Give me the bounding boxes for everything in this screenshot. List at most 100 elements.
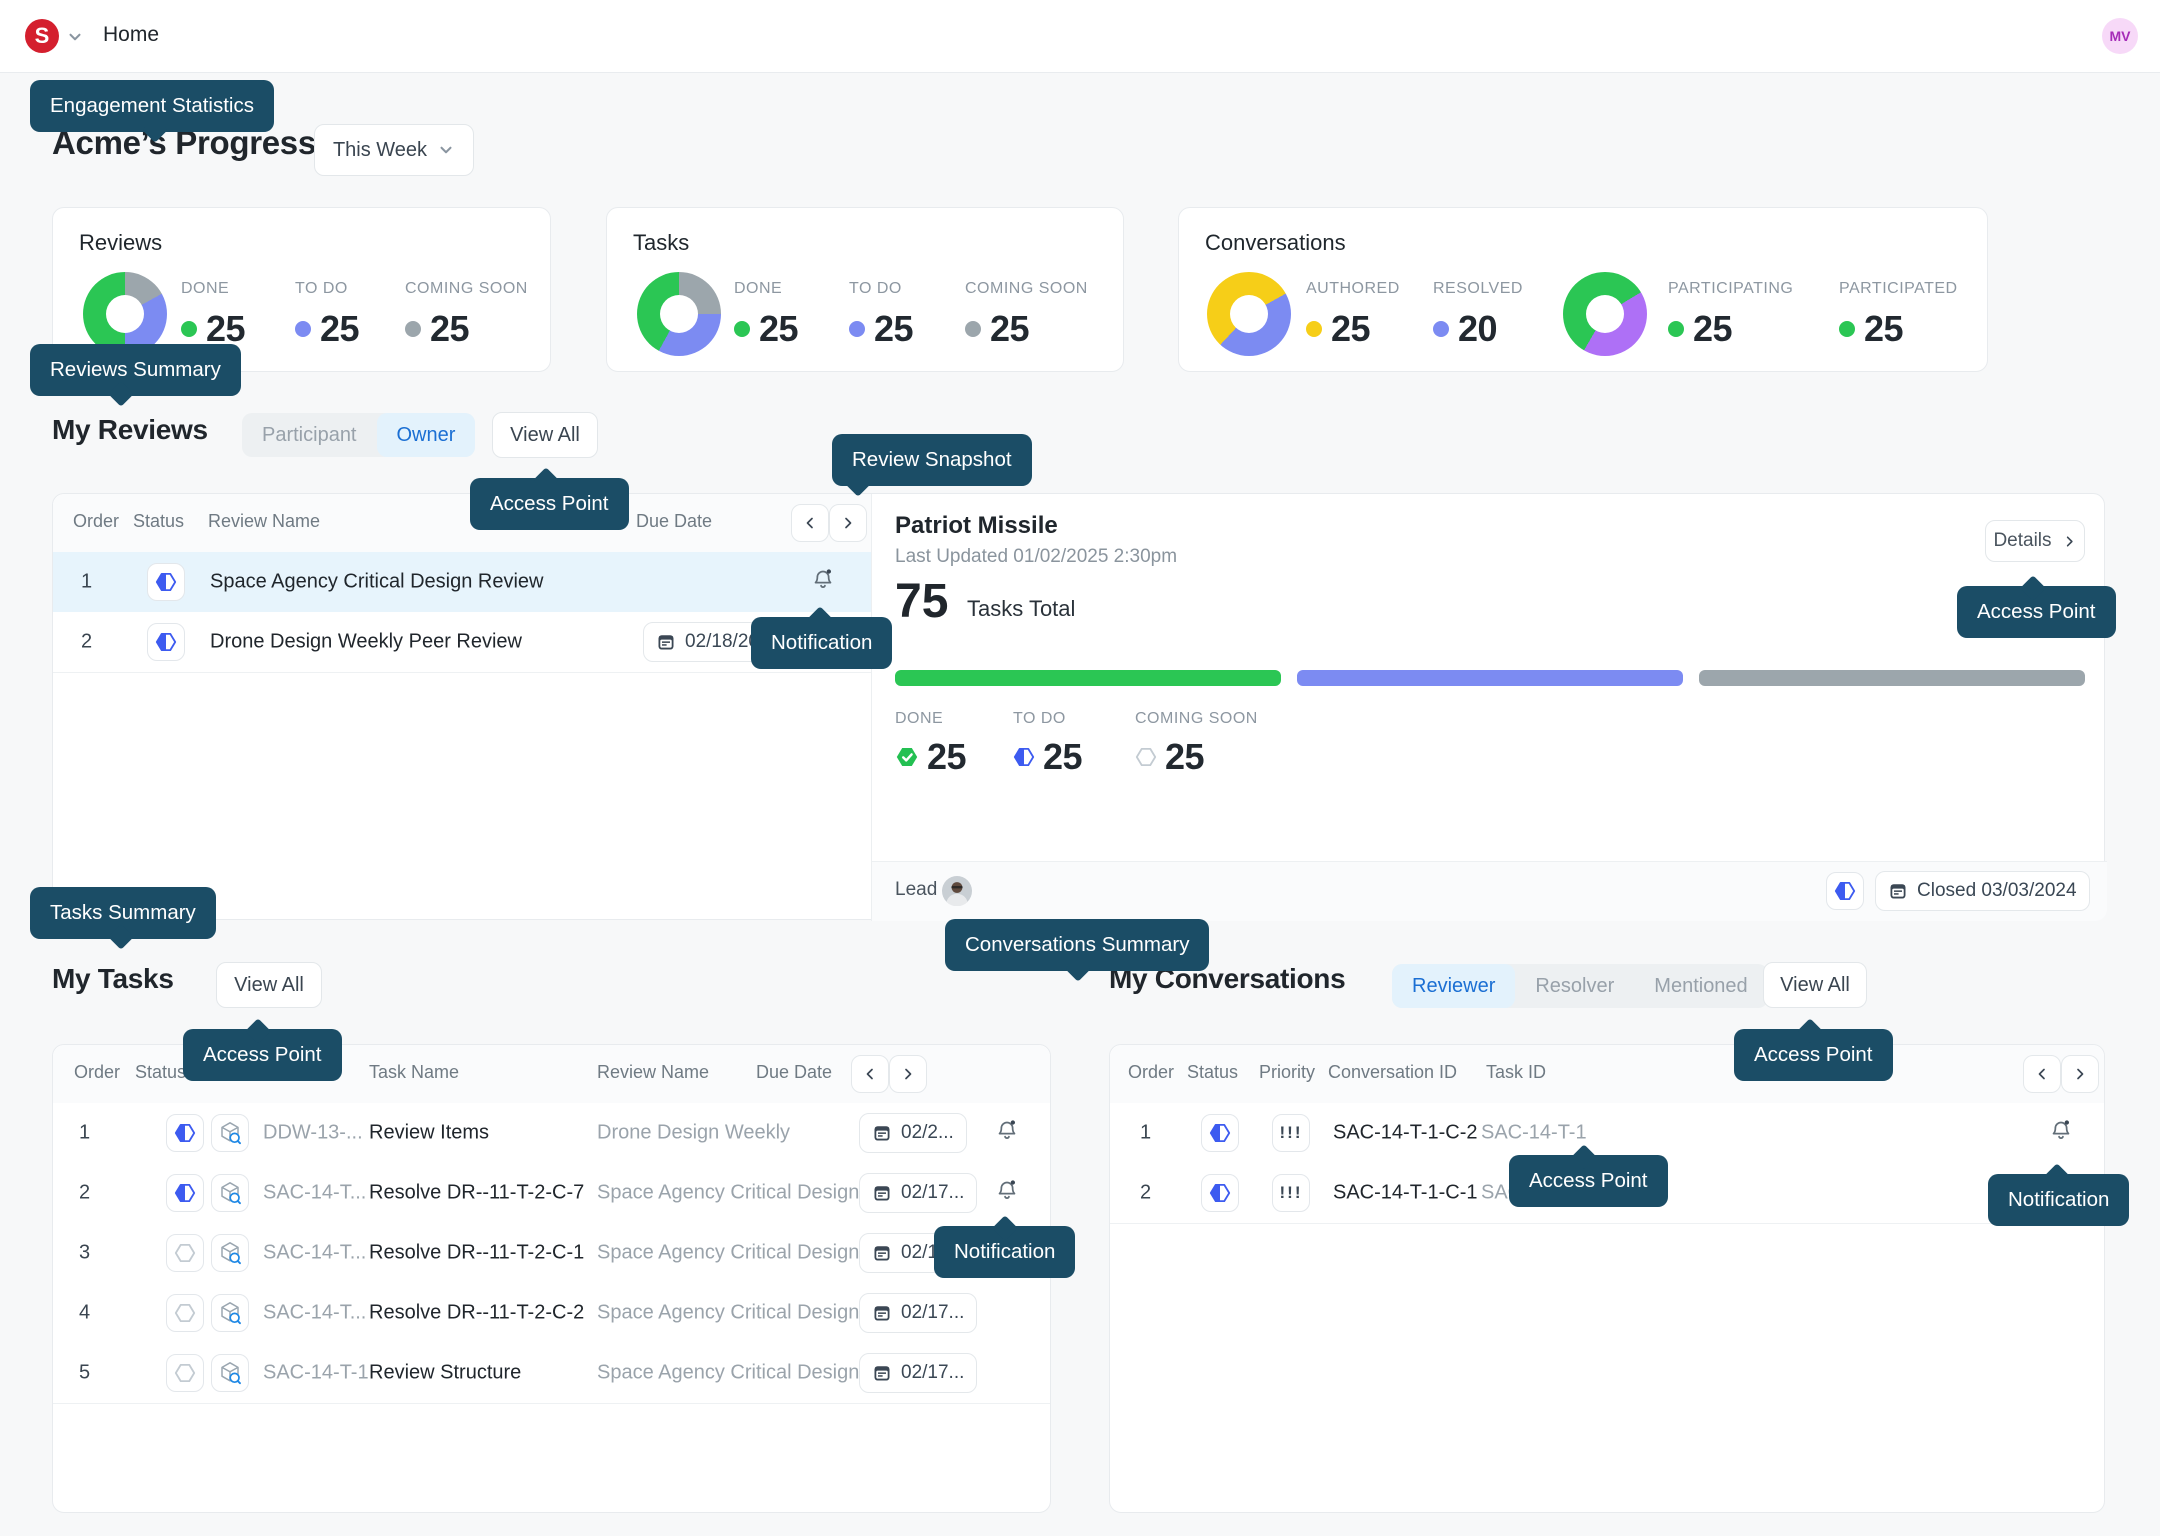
due-date-value: 02/18/20 [685,631,759,653]
conversations-view-all-button[interactable]: View All [1763,962,1867,1008]
period-selector[interactable]: This Week [314,124,474,176]
task-type-cube-search-icon [211,1234,249,1272]
review-row-2[interactable]: 2 Drone Design Weekly Peer Review 02/18/… [53,612,871,673]
app-logo[interactable]: S [25,19,59,53]
task-row-2[interactable]: 2 SAC-14-T... Resolve DR--11-T-2-C-7 Spa… [53,1163,1050,1224]
task-name: Resolve DR--11-T-2-C-2 [369,1302,584,1325]
task-row-5[interactable]: 5 SAC-14-T-1 Review Structure Space Agen… [53,1343,1050,1404]
task-id: SAC-14-T... [263,1242,366,1265]
coming-soon-dot [965,321,981,337]
tasks-next-page-button[interactable] [889,1055,927,1093]
reviews-next-page-button[interactable] [829,504,867,542]
callout-tasks-summary: Tasks Summary [30,887,216,939]
task-id: DDW-13-... [263,1122,363,1145]
status-in-progress-icon [147,623,185,661]
done-check-hexagon-icon [895,746,919,768]
participated-dot [1839,321,1855,337]
callout-notification-tasks: Notification [934,1226,1075,1278]
lead-avatar[interactable] [942,876,972,906]
callout-review-snapshot: Review Snapshot [832,434,1032,486]
col-due-date: Due Date [636,511,712,532]
col-order: Order [1128,1062,1174,1083]
status-in-progress-icon [1826,872,1864,910]
callout-engagement-statistics: Engagement Statistics [30,80,274,132]
snapshot-stat-todo: TO DO 25 [1013,710,1082,778]
task-type-cube-search-icon [211,1114,249,1152]
reviews-legend-done: DONE 25 [181,280,245,350]
chevron-right-icon [2062,534,2077,549]
progress-coming-soon-segment [1699,670,2085,686]
callout-notification-reviews: Notification [751,617,892,669]
reviews-role-tabs: Participant Owner [242,413,475,457]
conversations-prev-page-button[interactable] [2023,1055,2061,1093]
due-date-chip: 02/17... [859,1173,977,1213]
tasks-view-all-button[interactable]: View All [216,962,322,1008]
task-row-4[interactable]: 4 SAC-14-T... Resolve DR--11-T-2-C-2 Spa… [53,1283,1050,1344]
authored-dot [1306,321,1322,337]
calendar-icon [872,1183,892,1203]
reviews-prev-page-button[interactable] [791,504,829,542]
col-order: Order [73,511,119,532]
tab-reviewer[interactable]: Reviewer [1392,964,1515,1008]
task-review-name: Space Agency Critical Design [597,1302,859,1325]
callout-tail [1065,956,1090,981]
tasks-legend-coming-soon: COMING SOON 25 [965,280,1088,350]
notification-bell-icon[interactable] [810,567,836,598]
callout-tail [1797,1018,1822,1043]
details-button[interactable]: Details [1985,520,2085,562]
status-upcoming-icon [166,1354,204,1392]
reviews-view-all-button[interactable]: View All [492,412,598,458]
notification-bell-icon[interactable] [2048,1118,2074,1149]
review-snapshot-panel: Patriot Missile Last Updated 01/02/2025 … [871,494,2107,921]
period-selector-value: This Week [333,139,427,162]
notification-bell-icon[interactable] [994,1178,1020,1209]
task-row-1[interactable]: 1 DDW-13-... Review Items Drone Design W… [53,1103,1050,1164]
due-date-value: 02/17... [901,1362,964,1384]
conversations-participation-donut-chart [1563,272,1647,356]
tab-owner[interactable]: Owner [377,413,476,457]
col-status: Status [135,1062,186,1083]
tab-resolver[interactable]: Resolver [1515,964,1634,1008]
callout-tail [245,1018,270,1043]
task-row-3[interactable]: 3 SAC-14-T... Resolve DR--11-T-2-C-1 Spa… [53,1223,1050,1284]
col-order: Order [74,1062,120,1083]
conversations-role-tabs: Reviewer Resolver Mentioned [1392,964,1768,1008]
tasks-prev-page-button[interactable] [851,1055,889,1093]
status-upcoming-icon [166,1294,204,1332]
tab-mentioned[interactable]: Mentioned [1634,964,1767,1008]
reviews-panel: Order Status Review Name Due Date 1 Spac… [52,493,2105,920]
conversation-id: SAC-14-T-1-C-2 [1333,1122,1477,1145]
my-tasks-table: Order Status Task Name Review Name Due D… [52,1044,1051,1513]
tab-participant[interactable]: Participant [242,413,377,457]
closed-date-chip: Closed 03/03/2024 [1875,871,2090,911]
conversations-next-page-button[interactable] [2061,1055,2099,1093]
status-upcoming-icon [166,1234,204,1272]
snapshot-stat-done: DONE 25 [895,710,966,778]
progress-done-segment [895,670,1281,686]
lead-label: Lead [895,879,937,901]
snapshot-updated: Last Updated 01/02/2025 2:30pm [895,546,1177,568]
col-task-name: Task Name [369,1062,459,1083]
status-in-progress-icon [1201,1174,1239,1212]
tasks-donut-chart [637,272,721,356]
col-conversation-id: Conversation ID [1328,1062,1457,1083]
review-row-1[interactable]: 1 Space Agency Critical Design Review [53,552,871,613]
chevron-right-icon [840,515,856,531]
done-dot [181,321,197,337]
notification-bell-icon[interactable] [994,1118,1020,1149]
user-avatar[interactable]: MV [2102,18,2138,54]
resolved-dot [1433,321,1449,337]
breadcrumb-home[interactable]: Home [103,23,159,47]
calendar-icon [872,1123,892,1143]
snapshot-title: Patriot Missile [895,512,1058,540]
due-date-chip: 02/17... [859,1353,977,1393]
workspace-chevron-down-icon[interactable] [66,28,84,46]
task-id: SAC-14-T... [263,1302,366,1325]
task-review-name: Drone Design Weekly [597,1122,790,1145]
col-review-name: Review Name [597,1062,709,1083]
legend-resolved: RESOLVED 20 [1433,280,1523,350]
my-reviews-title: My Reviews [52,414,208,446]
col-review-name: Review Name [208,511,320,532]
callout-access-point-details: Access Point [1957,586,2116,638]
task-id: SAC-14-T-1 [263,1362,369,1385]
